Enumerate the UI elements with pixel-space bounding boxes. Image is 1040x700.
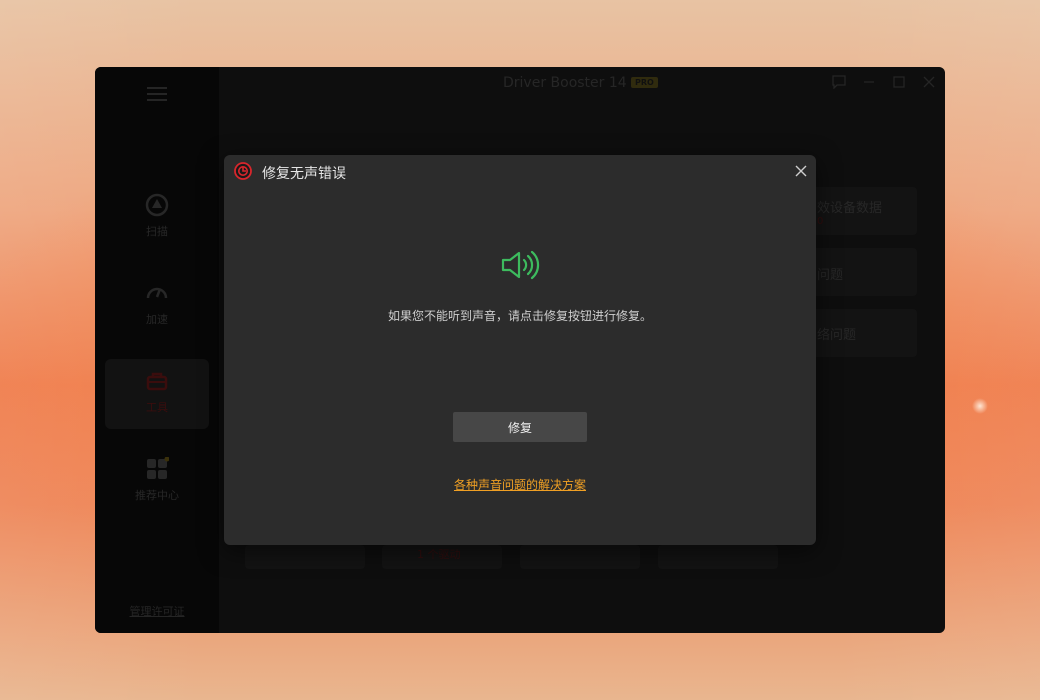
fix-button[interactable]: 修复 xyxy=(453,412,587,442)
speaker-icon xyxy=(500,249,540,281)
dialog-title: 修复无声错误 xyxy=(262,166,346,182)
desktop-sparkle xyxy=(972,398,988,414)
fix-no-sound-dialog: 修复无声错误 如果您不能听到声音，请点击修复按钮进行修复。 修复 各种声音问题的… xyxy=(224,155,816,545)
close-icon[interactable] xyxy=(794,163,808,177)
sound-solutions-link[interactable]: 各种声音问题的解决方案 xyxy=(224,476,816,493)
dialog-message: 如果您不能听到声音，请点击修复按钮进行修复。 xyxy=(387,309,652,323)
driver-booster-logo-icon xyxy=(234,162,252,180)
